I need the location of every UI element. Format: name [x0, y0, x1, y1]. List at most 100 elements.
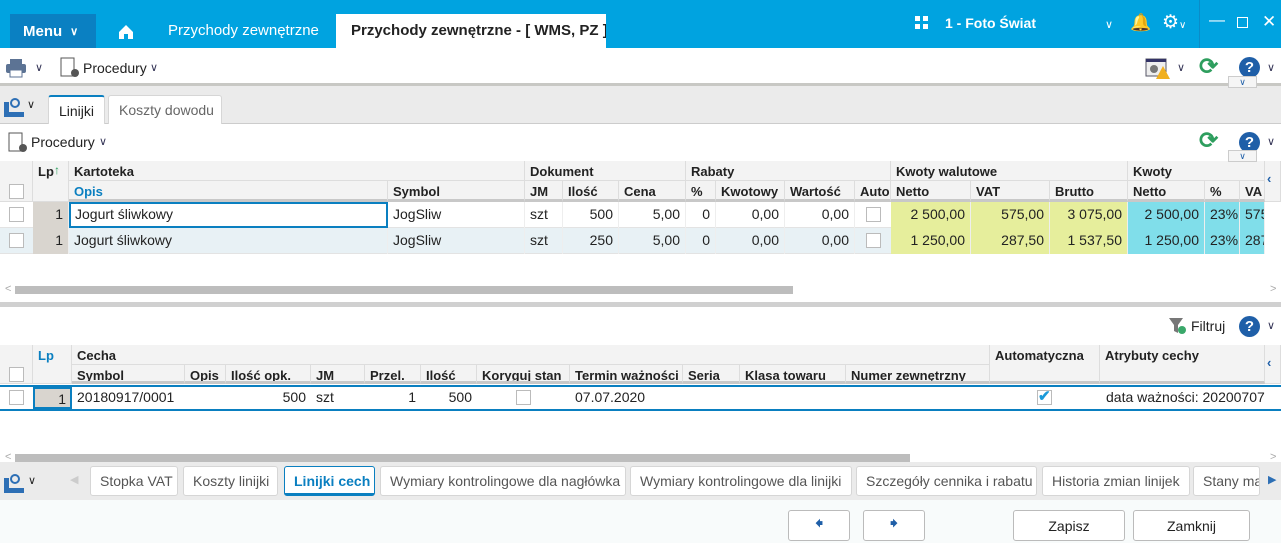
column-header[interactable]: JM [525, 181, 563, 202]
refresh-icon[interactable]: ⟳ [1199, 53, 1218, 80]
minimize-icon[interactable]: — [1209, 12, 1225, 30]
collapse-toolbar-button[interactable]: ∨ [1228, 76, 1257, 88]
gear-icon[interactable]: ⚙∨ [1162, 11, 1186, 34]
column-header[interactable]: Symbol [72, 365, 185, 384]
column-header[interactable]: Netto [1128, 181, 1205, 202]
tabs-scroll-left-icon[interactable]: ◀ [70, 473, 78, 486]
chevron-down-icon[interactable]: ∨ [1267, 135, 1275, 148]
column-header[interactable]: % [1205, 181, 1240, 202]
collapse-toolbar-button[interactable]: ∨ [1228, 150, 1257, 162]
correct-stock-checkbox[interactable] [516, 390, 531, 405]
cell-opis[interactable]: Jogurt śliwkowy [69, 202, 388, 228]
save-button[interactable]: Zapisz [1013, 510, 1125, 541]
column-header[interactable]: % [686, 181, 716, 202]
config-warning-icon[interactable] [1145, 58, 1171, 80]
expand-columns-icon[interactable]: ‹ [1265, 161, 1281, 202]
column-header[interactable]: Symbol [388, 181, 525, 202]
column-header[interactable]: Koryguj stan [477, 365, 570, 384]
row-checkbox[interactable] [9, 390, 24, 405]
tab-szczegóły-cennika-i-rabatu[interactable]: Szczegóły cennika i rabatu [856, 466, 1037, 496]
refresh-icon[interactable]: ⟳ [1199, 127, 1218, 154]
automatic-checkbox[interactable]: ✔ [1037, 389, 1052, 405]
apps-grid-icon[interactable] [915, 16, 929, 30]
chevron-down-icon[interactable]: ∨ [28, 474, 36, 487]
help-icon[interactable]: ? [1239, 316, 1260, 337]
tab-linijki[interactable]: Linijki [48, 95, 105, 124]
tab-koszty-linijki[interactable]: Koszty linijki [183, 466, 278, 496]
column-header[interactable]: Przel. [365, 365, 421, 384]
menu-button[interactable]: Menu ∨ [10, 14, 96, 48]
print-icon[interactable] [5, 58, 27, 78]
tabs-scroll-right-icon[interactable]: ▶ [1268, 473, 1276, 486]
close-icon[interactable]: ✕ [1262, 12, 1276, 32]
tab-historia-zmian-linijek[interactable]: Historia zmian linijek [1042, 466, 1190, 496]
column-header[interactable]: Atrybuty cechy [1100, 345, 1265, 384]
expand-columns-icon[interactable]: ‹ [1265, 345, 1281, 384]
auto-checkbox[interactable] [866, 233, 881, 248]
tab-wymiary-kontrolingowe-dla-linijki[interactable]: Wymiary kontrolingowe dla linijki [630, 466, 852, 496]
tab-stany-ma[interactable]: Stany ma [1193, 466, 1260, 496]
column-header[interactable]: Ilość [563, 181, 619, 202]
column-header[interactable]: Brutto [1050, 181, 1128, 202]
column-header[interactable]: JM [311, 365, 365, 384]
row-checkbox[interactable] [9, 233, 24, 248]
splitter[interactable] [0, 302, 1281, 307]
select-all-checkbox[interactable] [9, 184, 24, 199]
chevron-down-icon[interactable]: ∨ [27, 98, 35, 111]
features-horizontal-scrollbar[interactable] [15, 454, 910, 462]
chevron-down-icon[interactable]: ∨ [150, 61, 158, 74]
column-header[interactable]: Cena [619, 181, 686, 202]
lp-header[interactable]: Lp [33, 161, 69, 202]
column-header[interactable]: VAT [971, 181, 1050, 202]
column-header[interactable]: Automatyczna [990, 345, 1100, 384]
help-icon[interactable]: ? [1239, 57, 1260, 78]
procedures-menu[interactable]: Procedury [31, 134, 95, 150]
column-header[interactable]: Kwotowy [716, 181, 785, 202]
chevron-down-icon[interactable]: ∨ [35, 61, 43, 74]
chevron-down-icon[interactable]: ∨ [1267, 61, 1275, 74]
column-header[interactable]: Netto [891, 181, 971, 202]
procedures-menu[interactable]: Procedury [83, 60, 147, 76]
chevron-down-icon[interactable]: ∨ [1105, 18, 1113, 31]
bell-icon[interactable]: 🔔 [1130, 13, 1151, 33]
tab-linijki-cech[interactable]: Linijki cech [284, 466, 375, 496]
scroll-left-icon[interactable]: < [5, 283, 11, 295]
cell: 1 [408, 389, 416, 405]
filter-icon[interactable] [1168, 317, 1188, 335]
close-button[interactable]: Zamknij [1133, 510, 1250, 541]
maximize-icon[interactable] [1237, 17, 1248, 28]
company-selector[interactable]: 1 - Foto Świat [945, 15, 1036, 31]
view-search-icon[interactable] [3, 96, 25, 118]
chevron-down-icon[interactable]: ∨ [1177, 61, 1185, 74]
previous-button[interactable]: 🠸 [788, 510, 850, 541]
tab-koszty-dowodu[interactable]: Koszty dowodu [108, 95, 222, 124]
tab-przychody-zewnetrzne[interactable]: Przychody zewnętrzne [168, 22, 319, 39]
cell-opis[interactable]: Jogurt śliwkowy [69, 228, 388, 254]
column-header[interactable]: Termin ważności [570, 365, 683, 384]
row-checkbox[interactable] [9, 207, 24, 222]
view-search-icon[interactable] [3, 472, 25, 494]
auto-checkbox[interactable] [866, 207, 881, 222]
tab-stopka-vat[interactable]: Stopka VAT [90, 466, 178, 496]
column-header[interactable]: Wartość [785, 181, 855, 202]
chevron-down-icon[interactable]: ∨ [1267, 319, 1275, 332]
next-button[interactable]: 🠺 [863, 510, 925, 541]
column-header[interactable]: Opis [69, 181, 388, 202]
scroll-right-icon[interactable]: > [1270, 283, 1276, 295]
tab-wymiary-kontrolingowe-dla-nagłówka[interactable]: Wymiary kontrolingowe dla nagłówka [380, 466, 626, 496]
chevron-down-icon[interactable]: ∨ [99, 135, 107, 148]
tab-przychody-document[interactable]: Przychody zewnętrzne - [ WMS, PZ ] [336, 14, 606, 48]
lines-horizontal-scrollbar[interactable] [15, 286, 793, 294]
lp-header[interactable]: Lp [33, 345, 72, 384]
column-header[interactable]: Seria [683, 365, 740, 384]
column-header[interactable]: Ilość [421, 365, 477, 384]
column-header[interactable]: Ilość opk. [226, 365, 311, 384]
column-header[interactable]: Klasa towaru [740, 365, 846, 384]
column-header[interactable]: Numer zewnętrzny [846, 365, 990, 384]
select-all-checkbox[interactable] [9, 367, 24, 382]
filter-button[interactable]: Filtruj [1191, 318, 1225, 334]
column-header[interactable]: VA [1240, 181, 1265, 202]
column-header[interactable]: Auto [855, 181, 891, 202]
column-header[interactable]: Opis [185, 365, 226, 384]
home-icon[interactable] [118, 24, 134, 40]
